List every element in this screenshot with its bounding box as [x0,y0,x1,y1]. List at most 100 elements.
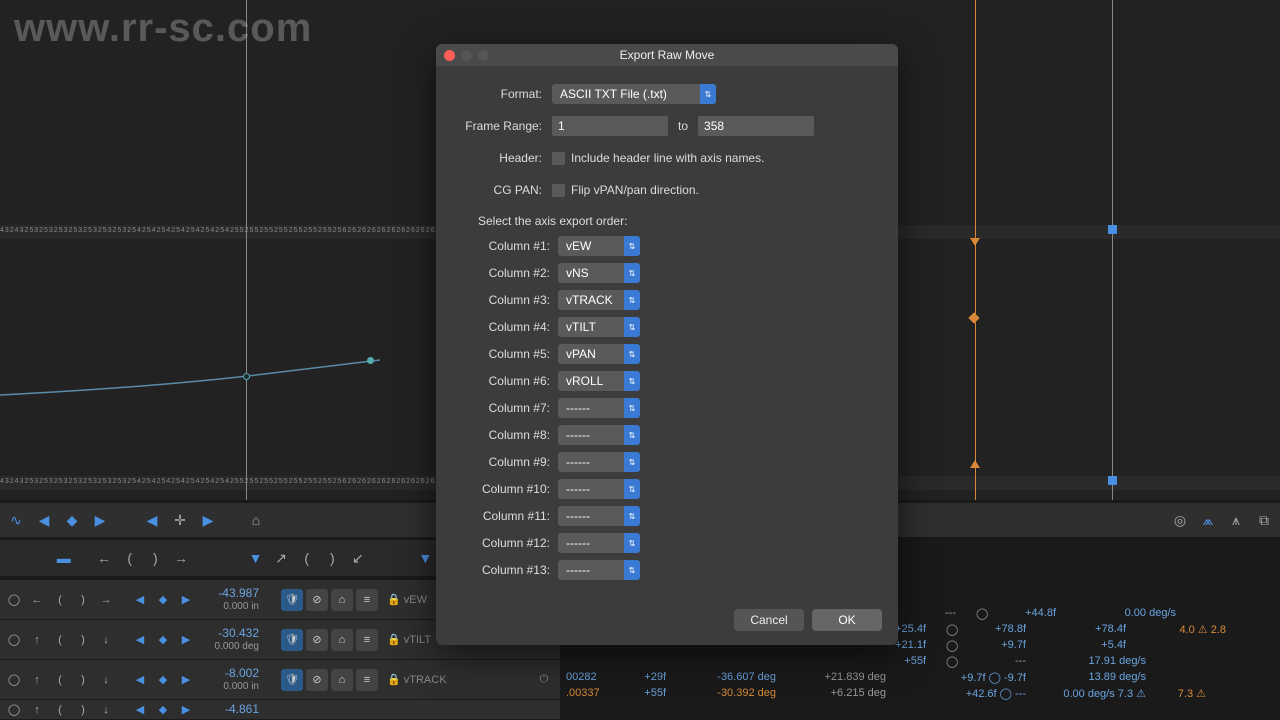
paren-r-icon[interactable]: ) [73,700,93,720]
playhead-3[interactable] [1112,0,1113,500]
column-select-5[interactable]: vPAN⇅ [558,344,640,364]
axis-row-vtrack[interactable]: ◯ ↑ ( ) ↓ ◀ ◆ ▶ -8.002 0.000 in 🛡 ⊘ ⌂ ≡ … [0,660,560,700]
disable-icon[interactable]: ⊘ [306,589,328,611]
sub-ease-icon[interactable]: ▼ [245,546,267,570]
playhead-orange[interactable] [975,0,976,500]
sub-paren2-l-icon[interactable]: ( [296,546,318,570]
key-prev-icon[interactable]: ◀ [130,590,150,610]
arrow-up-icon[interactable]: ↑ [27,630,47,650]
column-select-3[interactable]: vTRACK⇅ [558,290,640,310]
disable-icon[interactable]: ⊘ [306,669,328,691]
keyframe-diamond[interactable] [968,312,979,323]
sub-ease2-icon[interactable]: ▼ [414,546,436,570]
range-marker-bottom[interactable] [1108,476,1117,485]
shield-icon[interactable]: 🛡 [281,589,303,611]
menu-icon[interactable]: ≡ [356,669,378,691]
paren-r-icon[interactable]: ) [73,670,93,690]
column-select-8[interactable]: ------⇅ [558,425,640,445]
paren-l-icon[interactable]: ( [50,630,70,650]
sub-paren-r-icon[interactable]: ) [145,546,167,570]
tool-crop-icon[interactable]: ⧉ [1252,508,1276,532]
home-icon[interactable]: ⌂ [331,589,353,611]
sub-align-icon[interactable]: ▬ [53,546,75,570]
dialog-titlebar[interactable]: Export Raw Move [436,44,898,66]
column-select-2[interactable]: vNS⇅ [558,263,640,283]
key-next-icon[interactable]: ▶ [176,670,196,690]
header-checkbox[interactable] [552,152,565,165]
keyframe-handle-1[interactable] [243,373,250,380]
column-select-11[interactable]: ------⇅ [558,506,640,526]
cancel-button[interactable]: Cancel [734,609,804,631]
ghost-icon[interactable]: ◯ [4,700,24,720]
column-select-6[interactable]: vROLL⇅ [558,371,640,391]
key-next-icon[interactable]: ▶ [176,700,196,720]
tool-key-icon[interactable]: ◆ [60,508,84,532]
ghost-icon[interactable]: ◯ [4,630,24,650]
sub-paren-l-icon[interactable]: ( [119,546,141,570]
paren-r-icon[interactable]: ) [73,630,93,650]
marker-in[interactable] [970,238,980,246]
arrow-up-icon[interactable]: ↑ [27,670,47,690]
key-add-icon[interactable]: ◆ [153,670,173,690]
menu-icon[interactable]: ≡ [356,589,378,611]
home-icon[interactable]: ⌂ [331,629,353,651]
frame-to-input[interactable] [698,116,814,136]
tool-graph2-icon[interactable]: ⩚ [1224,508,1248,532]
shield-icon[interactable]: 🛡 [281,669,303,691]
cgpan-checkbox[interactable] [552,184,565,197]
ghost-icon[interactable]: ◯ [4,590,24,610]
arrow-down-icon[interactable]: ↓ [96,670,116,690]
shield-icon[interactable]: 🛡 [281,629,303,651]
column-select-4[interactable]: vTILT⇅ [558,317,640,337]
home-icon[interactable]: ⌂ [331,669,353,691]
arrow-right-icon[interactable]: → [96,590,116,610]
tool-graph1-icon[interactable]: ⩕ [1196,508,1220,532]
paren-r-icon[interactable]: ) [73,590,93,610]
key-prev-icon[interactable]: ◀ [130,630,150,650]
sub-arrow-right-icon[interactable]: → [170,546,192,570]
column-select-1[interactable]: vEW⇅ [558,236,640,256]
arrow-up-icon[interactable]: ↑ [27,700,47,720]
sub-paren2-r-icon[interactable]: ) [321,546,343,570]
paren-l-icon[interactable]: ( [50,700,70,720]
disable-icon[interactable]: ⊘ [306,629,328,651]
paren-l-icon[interactable]: ( [50,590,70,610]
tool-target-icon[interactable]: ◎ [1168,508,1192,532]
tool-next2-icon[interactable]: ▶ [196,508,220,532]
arrow-left-icon[interactable]: ← [27,590,47,610]
sub-arrow-left-icon[interactable]: ← [93,546,115,570]
sub-collapse-icon[interactable]: ↙ [347,546,369,570]
key-add-icon[interactable]: ◆ [153,700,173,720]
column-select-10[interactable]: ------⇅ [558,479,640,499]
arrow-down-icon[interactable]: ↓ [96,630,116,650]
tool-crosshair-icon[interactable]: ✛ [168,508,192,532]
key-next-icon[interactable]: ▶ [176,590,196,610]
axis-row-4[interactable]: ◯ ↑ ( ) ↓ ◀ ◆ ▶ -4.861 [0,700,560,720]
tool-prev-icon[interactable]: ◀ [32,508,56,532]
tool-prev2-icon[interactable]: ◀ [140,508,164,532]
sub-expand-icon[interactable]: ↗ [270,546,292,570]
key-add-icon[interactable]: ◆ [153,590,173,610]
ok-button[interactable]: OK [812,609,882,631]
key-prev-icon[interactable]: ◀ [130,670,150,690]
menu-icon[interactable]: ≡ [356,629,378,651]
tool-curve-icon[interactable]: ∿ [4,508,28,532]
column-select-7[interactable]: ------⇅ [558,398,640,418]
key-prev-icon[interactable]: ◀ [130,700,150,720]
arrow-down-icon[interactable]: ↓ [96,700,116,720]
range-marker-top[interactable] [1108,225,1117,234]
key-add-icon[interactable]: ◆ [153,630,173,650]
column-select-13[interactable]: ------⇅ [558,560,640,580]
paren-l-icon[interactable]: ( [50,670,70,690]
key-next-icon[interactable]: ▶ [176,630,196,650]
tool-home-icon[interactable]: ⌂ [244,508,268,532]
column-select-9[interactable]: ------⇅ [558,452,640,472]
format-select[interactable]: ASCII TXT File (.txt)⇅ [552,84,716,104]
keyframe-handle-2[interactable] [367,357,374,364]
ghost-icon[interactable]: ◯ [4,670,24,690]
tool-next-icon[interactable]: ▶ [88,508,112,532]
column-select-12[interactable]: ------⇅ [558,533,640,553]
frame-from-input[interactable] [552,116,668,136]
power-icon[interactable]: ⏻ [532,668,556,692]
marker-in-bottom[interactable] [970,460,980,468]
